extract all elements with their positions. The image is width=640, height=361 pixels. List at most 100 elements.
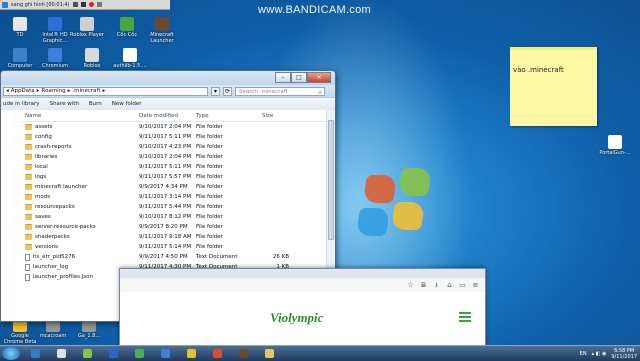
desktop-icon[interactable]: Google Chrome Beta bbox=[3, 318, 37, 345]
file-row[interactable]: logs 9/11/2017 5:57 PM File folder bbox=[21, 172, 335, 182]
desktop: www.BANDICAM.com TD Intel® HD Graphic... R… bbox=[0, 0, 640, 345]
wallpaper-logo-yellow bbox=[391, 202, 425, 230]
burn-button[interactable]: Burn bbox=[89, 101, 102, 107]
desktop-icon[interactable]: Chromium bbox=[38, 48, 72, 69]
minimize-button[interactable]: – bbox=[275, 72, 291, 83]
file-name: launcher_log bbox=[33, 264, 69, 270]
start-button[interactable] bbox=[2, 347, 20, 360]
taskbar-app[interactable] bbox=[24, 347, 46, 360]
taskbar-app[interactable] bbox=[128, 347, 150, 360]
camera-icon[interactable] bbox=[96, 2, 102, 7]
file-row[interactable]: saves 9/10/2017 8:12 PM File folder bbox=[21, 212, 335, 222]
breadcrumb-roaming[interactable]: Roaming bbox=[41, 88, 65, 94]
taskbar-app-icon bbox=[108, 349, 118, 358]
file-date: 9/9/2017 4:50 PM bbox=[139, 254, 188, 260]
column-type[interactable]: Type bbox=[196, 113, 254, 119]
include-in-library-button[interactable]: ude in library bbox=[3, 101, 40, 107]
file-name-cell: minecraft launcher bbox=[21, 184, 139, 190]
address-dropdown-button[interactable]: ▾ bbox=[211, 86, 220, 96]
desktop-icon-label: Cốc Cốc bbox=[116, 32, 138, 38]
desktop-icon-label: mcacroam bbox=[39, 333, 67, 339]
column-name[interactable]: Name bbox=[21, 113, 139, 119]
file-row[interactable]: mods 9/11/2017 3:14 PM File folder bbox=[21, 192, 335, 202]
explorer-titlebar[interactable]: – □ ✕ bbox=[1, 71, 335, 85]
reader-icon[interactable]: ≣ bbox=[420, 281, 427, 289]
desktop-icon[interactable]: Computer bbox=[3, 48, 37, 69]
file-name: server-resource-packs bbox=[35, 224, 96, 230]
taskbar-app[interactable] bbox=[50, 347, 72, 360]
folder-icon bbox=[25, 124, 32, 130]
desktop-icon[interactable]: TD bbox=[3, 17, 37, 38]
file-type: File folder bbox=[196, 204, 223, 210]
site-logo-text[interactable]: Violympic bbox=[270, 310, 323, 326]
file-name-cell: saves bbox=[21, 214, 139, 220]
desktop-icon[interactable]: Cốc Cốc bbox=[110, 17, 144, 38]
sticky-note[interactable]: vào .minecraft bbox=[510, 47, 597, 126]
star-icon[interactable]: ☆ bbox=[407, 281, 414, 289]
bandicam-recorder-bar[interactable]: sang ghi hình [00:01:4( bbox=[0, 0, 170, 10]
desktop-icon[interactable]: PortalGun-... bbox=[598, 135, 632, 156]
file-row[interactable]: config 9/11/2017 5:11 PM File folder bbox=[21, 132, 335, 142]
breadcrumb-appdata[interactable]: AppData bbox=[11, 88, 35, 94]
file-name-cell: versions bbox=[21, 244, 139, 250]
desktop-icon[interactable]: Minecraft Launcher bbox=[145, 17, 179, 44]
tray-icons[interactable]: ▴ ◧ ◉ bbox=[592, 351, 607, 357]
address-row: ◂ AppData ▸ Roaming ▸ .minecraft ▸ ▾ ⟳ S… bbox=[1, 85, 335, 97]
home-icon[interactable]: ⌂ bbox=[446, 281, 453, 289]
file-row[interactable]: shaderpacks 9/11/2017 9:18 AM File folder bbox=[21, 232, 335, 242]
close-button[interactable]: ✕ bbox=[307, 72, 331, 83]
file-type: File folder bbox=[196, 164, 223, 170]
site-menu-icon[interactable] bbox=[459, 312, 471, 324]
desktop-icon[interactable]: Roblox bbox=[75, 48, 109, 69]
record-icon[interactable] bbox=[88, 2, 94, 7]
desktop-icon[interactable]: Roblox Player bbox=[70, 17, 104, 38]
folder-icon bbox=[25, 214, 32, 220]
taskbar-app-icon bbox=[264, 349, 274, 358]
taskbar-app[interactable] bbox=[258, 347, 280, 360]
file-row[interactable]: assets 9/10/2017 2:04 PM File folder bbox=[21, 122, 335, 132]
breadcrumb-minecraft[interactable]: .minecraft bbox=[72, 88, 100, 94]
chat-icon[interactable]: ▭ bbox=[459, 281, 466, 289]
recorder-title: sang ghi hình [00:01:4( bbox=[11, 1, 70, 8]
file-row[interactable]: local 9/11/2017 5:11 PM File folder bbox=[21, 162, 335, 172]
taskbar-app[interactable] bbox=[154, 347, 176, 360]
desktop-icon[interactable]: Intel® HD Graphic... bbox=[38, 17, 72, 44]
desktop-icon[interactable]: authlib-1.5.... bbox=[113, 48, 147, 69]
taskbar-app[interactable] bbox=[102, 347, 124, 360]
stop-icon[interactable] bbox=[80, 2, 86, 7]
scrollbar-thumb[interactable] bbox=[328, 120, 334, 240]
file-date: 9/11/2017 3:14 PM bbox=[139, 194, 192, 200]
navigation-pane[interactable] bbox=[1, 110, 22, 321]
file-row[interactable]: libraries 9/10/2017 2:04 PM File folder bbox=[21, 152, 335, 162]
file-row[interactable]: versions 9/11/2017 5:14 PM File folder bbox=[21, 242, 335, 252]
desktop-icon-image bbox=[608, 135, 622, 149]
browser-titlebar[interactable] bbox=[120, 269, 485, 278]
taskbar-app-icon bbox=[238, 349, 248, 358]
desktop-icon-image bbox=[85, 48, 99, 62]
refresh-button[interactable]: ⟳ bbox=[223, 86, 232, 96]
file-row[interactable]: minecraft launcher 9/9/2017 4:34 PM File f… bbox=[21, 182, 335, 192]
new-folder-button[interactable]: New folder bbox=[112, 101, 142, 107]
clock[interactable]: 6:58 PM 9/11/2017 bbox=[611, 348, 637, 360]
share-with-button[interactable]: Share with bbox=[50, 101, 79, 107]
taskbar-app[interactable] bbox=[232, 347, 254, 360]
download-icon[interactable]: ⭳ bbox=[433, 281, 440, 289]
file-row[interactable]: hs_err_pid5276 9/9/2017 4:50 PM Text Docum… bbox=[21, 252, 335, 262]
pause-icon[interactable] bbox=[72, 2, 78, 7]
menu-icon[interactable]: ≡ bbox=[472, 281, 479, 289]
desktop-icon-label: authlib-1.5.... bbox=[113, 63, 147, 69]
address-bar[interactable]: ◂ AppData ▸ Roaming ▸ .minecraft ▸ bbox=[3, 86, 208, 96]
taskbar-app[interactable] bbox=[206, 347, 228, 360]
maximize-button[interactable]: □ bbox=[291, 72, 307, 83]
taskbar-app[interactable] bbox=[180, 347, 202, 360]
file-row[interactable]: server-resource-packs 9/9/2017 8:20 PM Fil… bbox=[21, 222, 335, 232]
file-row[interactable]: crash-reports 9/10/2017 4:23 PM File folde… bbox=[21, 142, 335, 152]
browser-window[interactable]: ☆ ≣ ⭳ ⌂ ▭ ≡ Violympic bbox=[119, 268, 486, 345]
search-input[interactable]: Search .minecraft ⌕ bbox=[235, 86, 325, 96]
taskbar-app[interactable] bbox=[76, 347, 98, 360]
column-size[interactable]: Size bbox=[254, 113, 297, 119]
language-indicator[interactable]: EN bbox=[580, 351, 587, 357]
file-name: crash-reports bbox=[35, 144, 72, 150]
column-date-modified[interactable]: Date modified bbox=[139, 113, 196, 119]
file-row[interactable]: resourcepacks 9/11/2017 5:44 PM File folde… bbox=[21, 202, 335, 212]
